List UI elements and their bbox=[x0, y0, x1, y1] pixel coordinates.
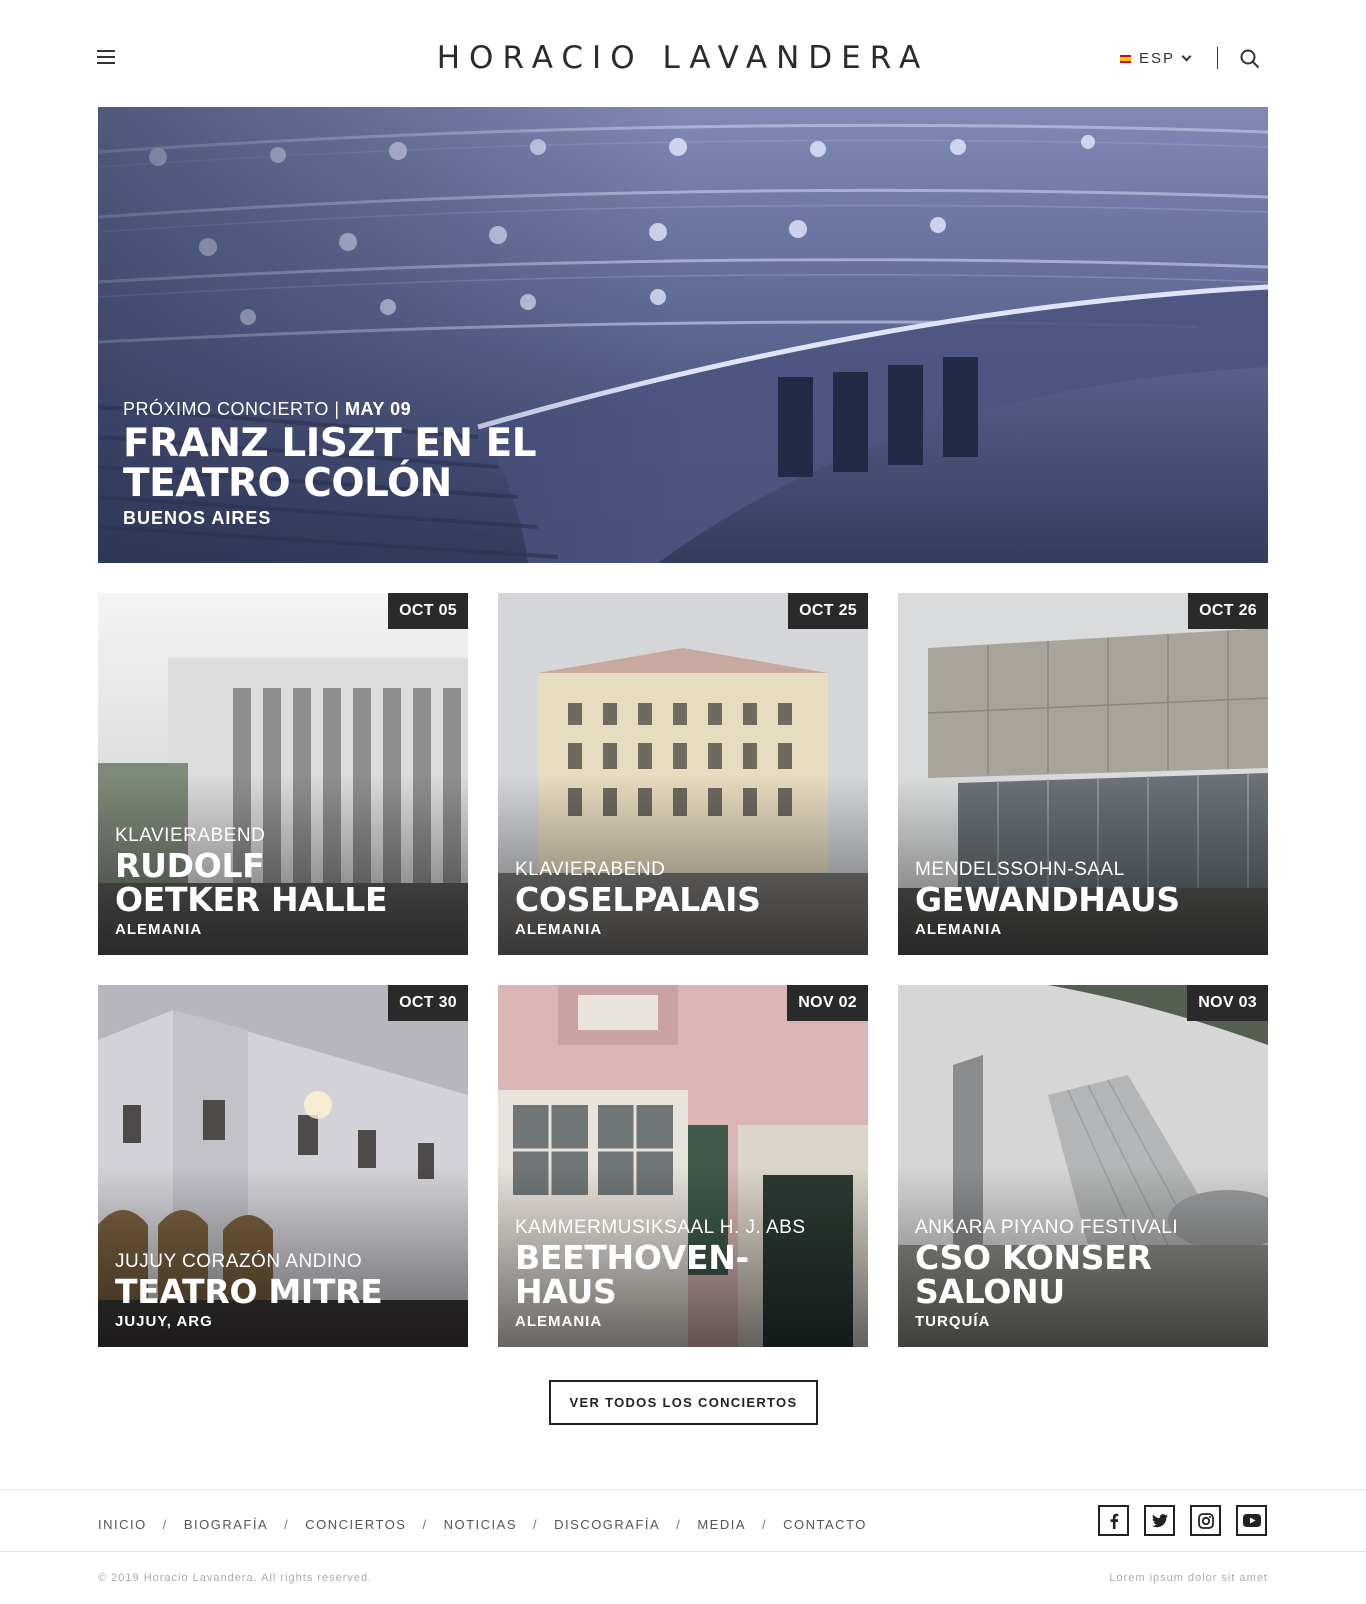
concert-kicker: KAMMERMUSIKSAAL H. J. ABS bbox=[515, 1217, 806, 1238]
concert-date-badge: OCT 25 bbox=[788, 593, 868, 629]
concert-info: ANKARA PIYANO FESTIVALI CSO KONSER SALONU… bbox=[915, 1217, 1255, 1330]
concert-date-badge: OCT 05 bbox=[388, 593, 468, 629]
hero-featured-concert[interactable]: PRÓXIMO CONCIERTO | MAY 09 FRANZ LISZT E… bbox=[98, 107, 1268, 563]
concert-card[interactable]: OCT 26 MENDELSSOHN-SAAL GEWANDHAUS ALEMA… bbox=[898, 593, 1268, 955]
hero-city: BUENOS AIRES bbox=[123, 508, 272, 528]
footer-nav-conciertos[interactable]: CONCIERTOS bbox=[305, 1517, 406, 1532]
footer-divider bbox=[0, 1489, 1366, 1490]
view-all-concerts-button[interactable]: VER TODOS LOS CONCIERTOS bbox=[549, 1380, 818, 1425]
site-header: HORACIO LAVANDERA ESP bbox=[0, 0, 1366, 107]
concert-kicker: ANKARA PIYANO FESTIVALI bbox=[915, 1217, 1179, 1238]
footer-tagline: Lorem ipsum dolor sit amet bbox=[1109, 1572, 1268, 1584]
twitter-icon[interactable] bbox=[1144, 1505, 1175, 1536]
hero-title: FRANZ LISZT EN EL TEATRO COLÓN bbox=[123, 421, 537, 506]
concert-info: JUJUY CORAZÓN ANDINO TEATRO MITRE JUJUY,… bbox=[115, 1251, 455, 1330]
nav-separator: / bbox=[762, 1517, 768, 1532]
concert-card[interactable]: OCT 25 KLAVIERABEND COSELPALAIS ALEMANIA bbox=[498, 593, 868, 955]
concert-title: BEETHOVEN- HAUS bbox=[515, 1238, 749, 1311]
concert-kicker: JUJUY CORAZÓN ANDINO bbox=[115, 1251, 363, 1272]
nav-separator: / bbox=[422, 1517, 428, 1532]
concert-title: GEWANDHAUS bbox=[915, 880, 1180, 919]
instagram-icon[interactable] bbox=[1190, 1505, 1221, 1536]
concert-info: KAMMERMUSIKSAAL H. J. ABS BEETHOVEN- HAUS… bbox=[515, 1217, 855, 1330]
concert-date-badge: OCT 26 bbox=[1188, 593, 1268, 629]
footer-nav-inicio[interactable]: INICIO bbox=[98, 1517, 147, 1532]
facebook-icon[interactable] bbox=[1098, 1505, 1129, 1536]
nav-separator: / bbox=[162, 1517, 168, 1532]
concert-date-badge: NOV 02 bbox=[787, 985, 868, 1021]
concert-location: ALEMANIA bbox=[115, 921, 203, 938]
concert-title: CSO KONSER SALONU bbox=[915, 1238, 1152, 1311]
concert-title: RUDOLF OETKER HALLE bbox=[115, 846, 388, 919]
concert-location: ALEMANIA bbox=[515, 921, 603, 938]
concert-title: TEATRO MITRE bbox=[115, 1272, 383, 1311]
copyright-text: © 2019 Horacio Lavandera. All rights res… bbox=[98, 1572, 373, 1584]
footer-bottom-divider bbox=[0, 1551, 1366, 1552]
footer-nav-discografia[interactable]: DISCOGRAFÍA bbox=[554, 1517, 660, 1532]
chevron-down-icon bbox=[1181, 51, 1192, 62]
concert-kicker: KLAVIERABEND bbox=[515, 859, 666, 880]
concert-card[interactable]: OCT 30 JUJUY CORAZÓN ANDINO TEATRO MITRE… bbox=[98, 985, 468, 1347]
youtube-icon[interactable] bbox=[1236, 1505, 1267, 1536]
concert-kicker: MENDELSSOHN-SAAL bbox=[915, 859, 1125, 880]
nav-separator: / bbox=[284, 1517, 290, 1532]
nav-separator: / bbox=[533, 1517, 539, 1532]
footer-nav-media[interactable]: MEDIA bbox=[697, 1517, 746, 1532]
footer-nav-biografia[interactable]: BIOGRAFÍA bbox=[184, 1517, 268, 1532]
search-icon[interactable] bbox=[1240, 49, 1260, 69]
hero-text: PRÓXIMO CONCIERTO | MAY 09 FRANZ LISZT E… bbox=[123, 399, 537, 529]
concert-card[interactable]: NOV 02 KAMMERMUSIKSAAL H. J. ABS BEETHOV… bbox=[498, 985, 868, 1347]
hero-kicker: PRÓXIMO CONCIERTO | MAY 09 bbox=[123, 399, 412, 419]
concert-date-badge: NOV 03 bbox=[1187, 985, 1268, 1021]
concert-info: KLAVIERABEND RUDOLF OETKER HALLE ALEMANIA bbox=[115, 825, 455, 938]
concert-info: MENDELSSOHN-SAAL GEWANDHAUS ALEMANIA bbox=[915, 859, 1255, 938]
language-selector[interactable]: ESP bbox=[1120, 50, 1192, 67]
language-label: ESP bbox=[1139, 50, 1176, 67]
nav-separator: / bbox=[676, 1517, 682, 1532]
concert-location: ALEMANIA bbox=[515, 1313, 603, 1330]
concert-card[interactable]: OCT 05 KLAVIERABEND RUDOLF OETKER HALLE A… bbox=[98, 593, 468, 955]
concert-date-badge: OCT 30 bbox=[388, 985, 468, 1021]
concert-location: JUJUY, ARG bbox=[115, 1313, 213, 1330]
header-divider bbox=[1217, 47, 1218, 69]
footer-nav-contacto[interactable]: CONTACTO bbox=[783, 1517, 867, 1532]
concert-location: TURQUÍA bbox=[915, 1313, 991, 1330]
concert-location: ALEMANIA bbox=[915, 921, 1003, 938]
concert-info: KLAVIERABEND COSELPALAIS ALEMANIA bbox=[515, 859, 855, 938]
spain-flag-icon bbox=[1120, 54, 1131, 63]
concert-card[interactable]: NOV 03 ANKARA PIYANO FESTIVALI CSO KONSE… bbox=[898, 985, 1268, 1347]
hero-date: MAY 09 bbox=[345, 399, 412, 419]
footer-nav-noticias[interactable]: NOTICIAS bbox=[444, 1517, 517, 1532]
concert-title: COSELPALAIS bbox=[515, 880, 761, 919]
concert-kicker: KLAVIERABEND bbox=[115, 825, 266, 846]
footer-nav: INICIO / BIOGRAFÍA / CONCIERTOS / NOTICIAS /… bbox=[98, 1517, 867, 1532]
